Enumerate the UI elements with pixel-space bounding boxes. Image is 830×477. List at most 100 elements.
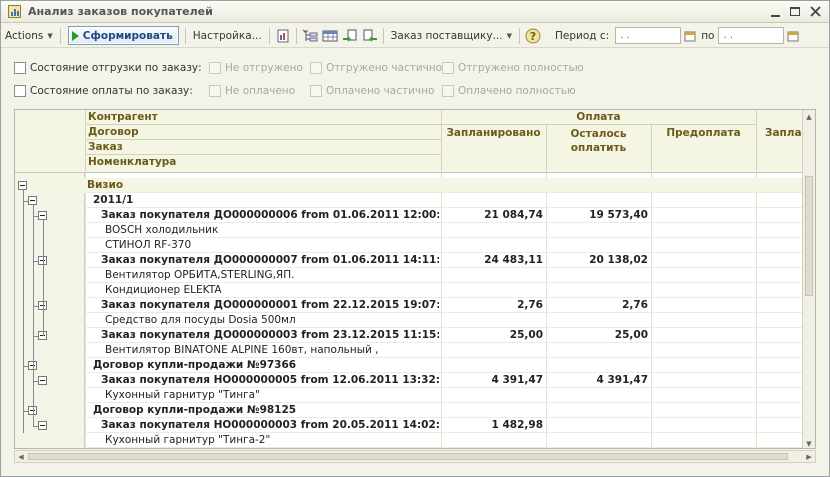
table-row[interactable]: Заказ покупателя НО000000005 from 12.06.… [15, 373, 815, 388]
header-planned[interactable]: Запланировано [441, 127, 546, 139]
table-row[interactable]: Заказ покупателя ДО000000003 from 23.12.… [15, 328, 815, 343]
table-row[interactable]: Заказ покупателя ДО000000001 from 22.12.… [15, 298, 815, 313]
planned-cell [441, 223, 543, 238]
import-button[interactable] [360, 26, 380, 46]
table-row[interactable]: Заказ покупателя НО000000003 from 20.05.… [15, 418, 815, 433]
help-button[interactable]: ? [523, 26, 543, 46]
header-order[interactable]: Заказ [88, 141, 123, 153]
collapse-toggle-icon[interactable] [18, 181, 27, 190]
table-row[interactable]: Кондиционер ELEKTA [15, 283, 815, 298]
actions-menu[interactable]: Actions ▼ [1, 26, 57, 46]
checkbox[interactable] [209, 85, 221, 97]
period-to-field[interactable]: . . [718, 27, 785, 44]
row-label: Договор купли-продажи №98125 [93, 404, 297, 416]
collapse-toggle-icon[interactable] [38, 211, 47, 220]
report-table[interactable]: Контрагент Договор Заказ Номенклатура Оп… [14, 109, 816, 449]
horizontal-scrollbar[interactable]: ◀ ▶ [14, 450, 816, 463]
header-payment-group[interactable]: Оплата [441, 111, 756, 123]
collapse-toggle-icon[interactable] [38, 376, 47, 385]
report-view-button[interactable] [273, 26, 293, 46]
vertical-scroll-thumb[interactable] [805, 176, 813, 296]
scroll-down-arrow-icon[interactable]: ▼ [803, 437, 815, 448]
table-row[interactable]: Кухонный гарнитур "Тинга" [15, 388, 815, 403]
checkbox[interactable] [209, 62, 221, 74]
period-to-label: по [701, 29, 715, 42]
planned-cell: 1 482,98 [491, 419, 543, 431]
header-item[interactable]: Номенклатура [88, 156, 176, 168]
checkbox[interactable] [442, 62, 454, 74]
scroll-right-arrow-icon[interactable]: ▶ [803, 451, 815, 462]
scroll-left-arrow-icon[interactable]: ◀ [15, 451, 27, 462]
collapse-toggle-icon[interactable] [38, 421, 47, 430]
vertical-scrollbar[interactable]: ▲ ▼ [802, 110, 815, 448]
option-label: Оплачено частично [326, 85, 435, 97]
header-remaining[interactable]: Осталось оплатить [551, 127, 646, 155]
remaining-cell [546, 418, 648, 433]
checkbox[interactable] [310, 62, 322, 74]
period-from-label: Период с: [555, 29, 610, 42]
table-view-button[interactable] [320, 26, 340, 46]
remaining-cell [546, 178, 648, 193]
remaining-cell [546, 358, 648, 373]
table-row[interactable]: 2011/1 [15, 193, 815, 208]
table-row[interactable]: Вентилятор ОРБИТА,STERLING,ЯП. [15, 268, 815, 283]
checkbox[interactable] [442, 85, 454, 97]
maximize-button[interactable] [787, 4, 803, 19]
minimize-button[interactable] [767, 4, 783, 19]
remaining-cell [546, 238, 648, 253]
option-not-paid[interactable]: Не оплачено [209, 85, 295, 97]
scroll-up-arrow-icon[interactable]: ▲ [803, 110, 815, 123]
structure-button[interactable] [300, 26, 320, 46]
supplier-order-menu[interactable]: Заказ поставщику... ▼ [387, 26, 516, 46]
import-icon [363, 29, 377, 42]
remaining-cell [546, 433, 648, 448]
collapse-toggle-icon[interactable] [28, 196, 37, 205]
settings-button[interactable]: Настройка... [189, 26, 266, 46]
remaining-cell [546, 283, 648, 298]
remaining-cell: 25,00 [614, 329, 648, 341]
supplier-order-label: Заказ поставщику... [390, 29, 503, 42]
period-from-value: . . [620, 30, 630, 41]
option-partially-shipped[interactable]: Отгружено частично [310, 62, 442, 74]
option-fully-paid[interactable]: Оплачено полностью [442, 85, 576, 97]
table-row[interactable]: BOSCH холодильник [15, 223, 815, 238]
table-row[interactable]: Заказ покупателя ДО000000006 from 01.06.… [15, 208, 815, 223]
period-from-calendar-button[interactable] [683, 29, 697, 43]
help-icon: ? [525, 28, 541, 43]
generate-button[interactable]: Сформировать [67, 26, 179, 45]
table-row[interactable]: Средство для посуды Dosia 500мл [15, 313, 815, 328]
remaining-cell: 20 138,02 [589, 254, 648, 266]
table-row[interactable]: Договор купли-продажи №98125 [15, 403, 815, 418]
checkbox[interactable] [14, 85, 26, 97]
option-not-shipped[interactable]: Не отгружено [209, 62, 303, 74]
period-to-calendar-button[interactable] [786, 29, 800, 43]
remaining-cell [546, 388, 648, 403]
table-row[interactable]: Вентилятор BINATONE ALPINE 160вт, наполь… [15, 343, 815, 358]
period-from-field[interactable]: . . [615, 27, 682, 44]
export-button[interactable] [340, 26, 360, 46]
table-row[interactable]: Договор купли-продажи №97366 [15, 358, 815, 373]
option-fully-shipped[interactable]: Отгружено полностью [442, 62, 584, 74]
table-row[interactable]: Заказ покупателя ДО000000007 from 01.06.… [15, 253, 815, 268]
remaining-cell [546, 403, 648, 418]
option-label: Оплачено полностью [458, 85, 576, 97]
report-icon [8, 5, 21, 18]
svg-text:?: ? [530, 30, 536, 43]
planned-cell [441, 238, 543, 253]
report-view-icon [277, 29, 289, 42]
header-contract[interactable]: Договор [88, 126, 139, 138]
horizontal-scroll-thumb[interactable] [28, 453, 788, 460]
shipment-filter-checkbox[interactable]: Состояние отгрузки по заказу: [14, 62, 202, 74]
checkbox[interactable] [310, 85, 322, 97]
close-button[interactable] [807, 4, 823, 19]
generate-label: Сформировать [82, 29, 173, 42]
header-prepayment[interactable]: Предоплата [651, 127, 756, 139]
checkbox[interactable] [14, 62, 26, 74]
option-partially-paid[interactable]: Оплачено частично [310, 85, 434, 97]
table-row[interactable]: СТИНОЛ RF-370 [15, 238, 815, 253]
table-row[interactable]: Визио [15, 178, 815, 193]
header-counterparty[interactable]: Контрагент [88, 111, 158, 123]
toolbar: Actions ▼ Сформировать Настройка... Зака… [1, 24, 829, 48]
table-row[interactable]: Кухонный гарнитур "Тинга-2" [15, 433, 815, 448]
payment-filter-checkbox[interactable]: Состояние оплаты по заказу: [14, 85, 193, 97]
